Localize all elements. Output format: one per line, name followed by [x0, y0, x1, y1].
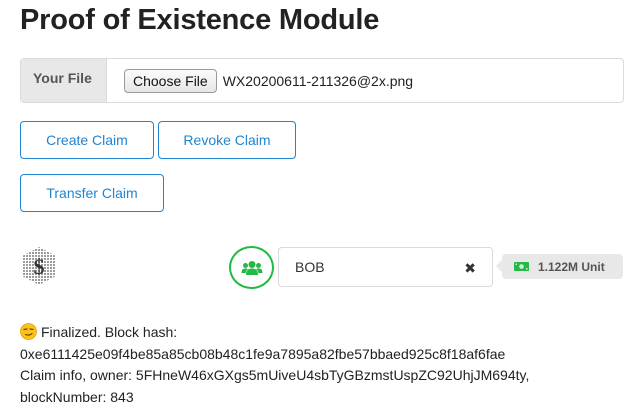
balance-value: 1.122M Unit [538, 259, 605, 274]
file-name: WX20200611-211326@2x.png [222, 72, 414, 89]
choose-file-button[interactable]: Choose File [124, 68, 217, 93]
substrate-logo-icon: $ [20, 246, 58, 286]
transfer-claim-button[interactable]: Transfer Claim [20, 174, 164, 212]
accounts-button[interactable] [229, 246, 274, 289]
file-upload-field: Your File Choose File WX20200611-211326@… [20, 58, 624, 103]
block-hash: 0xe6111425e09f4be85a85cb08b48c1fe9a7895a… [20, 345, 506, 362]
smirk-emoji-icon [20, 323, 37, 340]
account-select[interactable]: BOB ✖ [278, 247, 493, 287]
file-label: Your File [21, 59, 107, 102]
account-name: BOB [295, 259, 325, 275]
claim-owner: Claim info, owner: 5FHneW46xGXgs5mUiveU4… [20, 367, 530, 383]
file-input[interactable]: Choose File WX20200611-211326@2x.png [107, 59, 413, 102]
status-line-1: Finalized. Block hash: [20, 322, 630, 344]
users-icon [241, 260, 262, 275]
block-number: blockNumber: 843 [20, 388, 134, 405]
create-claim-button[interactable]: Create Claim [20, 121, 154, 159]
transaction-status: Finalized. Block hash: 0xe6111425e09f4be… [20, 322, 630, 408]
close-icon[interactable]: ✖ [464, 260, 476, 277]
revoke-claim-button[interactable]: Revoke Claim [158, 121, 296, 159]
money-icon [514, 262, 529, 271]
balance-label: 1.122M Unit [496, 254, 623, 279]
page-title: Proof of Existence Module [20, 4, 380, 36]
svg-text:$: $ [34, 254, 45, 279]
status-text: Finalized. Block hash: [41, 324, 178, 340]
